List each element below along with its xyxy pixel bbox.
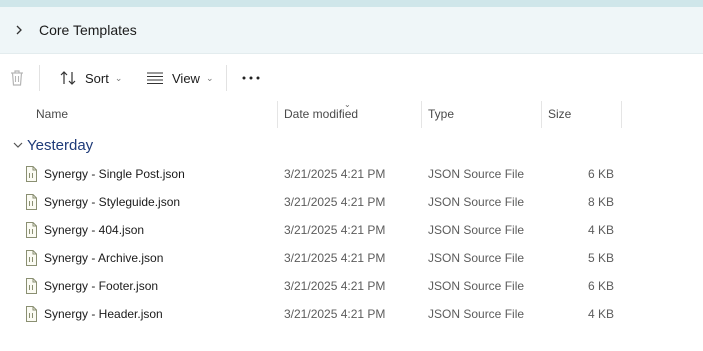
sort-chevron-down-icon: ⌄ bbox=[114, 72, 123, 83]
file-date-modified: 3/21/2025 4:21 PM bbox=[284, 223, 386, 237]
file-name: Synergy - 404.json bbox=[44, 223, 145, 237]
chevron-down-icon bbox=[12, 138, 24, 156]
view-button[interactable]: View ⌄ bbox=[146, 67, 214, 89]
toolbar-separator bbox=[226, 65, 227, 91]
file-size: 4 KB bbox=[587, 223, 614, 237]
column-divider[interactable] bbox=[621, 101, 622, 128]
file-type: JSON Source File bbox=[428, 279, 525, 293]
file-size: 5 KB bbox=[587, 251, 614, 265]
breadcrumb-current-folder[interactable]: Core Templates bbox=[39, 22, 137, 38]
file-type: JSON Source File bbox=[428, 195, 525, 209]
delete-button[interactable] bbox=[8, 67, 26, 89]
json-file-icon bbox=[25, 278, 37, 297]
file-row[interactable]: Synergy - Footer.json 3/21/2025 4:21 PM JS… bbox=[0, 272, 703, 300]
json-file-icon bbox=[25, 194, 37, 213]
file-type: JSON Source File bbox=[428, 167, 525, 181]
json-file-icon bbox=[25, 222, 37, 241]
file-name: Synergy - Header.json bbox=[44, 307, 163, 321]
view-chevron-down-icon: ⌄ bbox=[205, 72, 214, 83]
json-file-icon bbox=[25, 250, 37, 269]
file-type: JSON Source File bbox=[428, 307, 525, 321]
column-header-size[interactable]: Size bbox=[541, 101, 621, 128]
file-name: Synergy - Footer.json bbox=[44, 279, 159, 293]
file-type: JSON Source File bbox=[428, 251, 525, 265]
file-type: JSON Source File bbox=[428, 223, 525, 237]
column-header-type[interactable]: Type bbox=[421, 101, 541, 128]
more-options-button[interactable] bbox=[241, 67, 261, 89]
file-name: Synergy - Single Post.json bbox=[44, 167, 185, 181]
sort-label: Sort bbox=[85, 70, 109, 86]
view-label: View bbox=[172, 70, 200, 86]
file-size: 8 KB bbox=[587, 195, 614, 209]
file-row[interactable]: Synergy - Archive.json 3/21/2025 4:21 PM J… bbox=[0, 244, 703, 272]
json-file-icon bbox=[25, 306, 37, 325]
window-top-strip bbox=[0, 0, 703, 7]
sort-button[interactable]: Sort ⌄ bbox=[59, 67, 122, 89]
column-header-name[interactable]: Name bbox=[29, 101, 277, 128]
group-label: Yesterday bbox=[27, 137, 94, 154]
file-date-modified: 3/21/2025 4:21 PM bbox=[284, 167, 386, 181]
toolbar-separator bbox=[39, 65, 40, 91]
file-size: 6 KB bbox=[587, 279, 614, 293]
breadcrumb-expand-chevron-icon[interactable] bbox=[12, 22, 26, 38]
address-bar: Core Templates bbox=[0, 7, 703, 54]
more-dots-icon bbox=[241, 74, 261, 82]
file-row[interactable]: Synergy - 404.json 3/21/2025 4:21 PM JSON … bbox=[0, 216, 703, 244]
json-file-icon bbox=[25, 166, 37, 185]
file-name: Synergy - Styleguide.json bbox=[44, 195, 181, 209]
file-name: Synergy - Archive.json bbox=[44, 251, 164, 265]
column-header-date-modified[interactable]: Date modified bbox=[277, 101, 421, 128]
file-row[interactable]: Synergy - Header.json 3/21/2025 4:21 PM JS… bbox=[0, 300, 703, 328]
file-date-modified: 3/21/2025 4:21 PM bbox=[284, 195, 386, 209]
column-header-row: ⌄ Name Date modified Type Size bbox=[0, 100, 703, 128]
view-lines-icon bbox=[146, 70, 164, 86]
file-row[interactable]: Synergy - Single Post.json 3/21/2025 4:21… bbox=[0, 160, 703, 188]
command-bar: Sort ⌄ View ⌄ bbox=[0, 55, 703, 101]
file-date-modified: 3/21/2025 4:21 PM bbox=[284, 307, 386, 321]
file-size: 4 KB bbox=[587, 307, 614, 321]
file-size: 6 KB bbox=[587, 167, 614, 181]
file-date-modified: 3/21/2025 4:21 PM bbox=[284, 251, 386, 265]
file-date-modified: 3/21/2025 4:21 PM bbox=[284, 279, 386, 293]
trash-icon bbox=[8, 68, 26, 88]
file-row[interactable]: Synergy - Styleguide.json 3/21/2025 4:21 … bbox=[0, 188, 703, 216]
sort-arrows-icon bbox=[59, 69, 77, 87]
